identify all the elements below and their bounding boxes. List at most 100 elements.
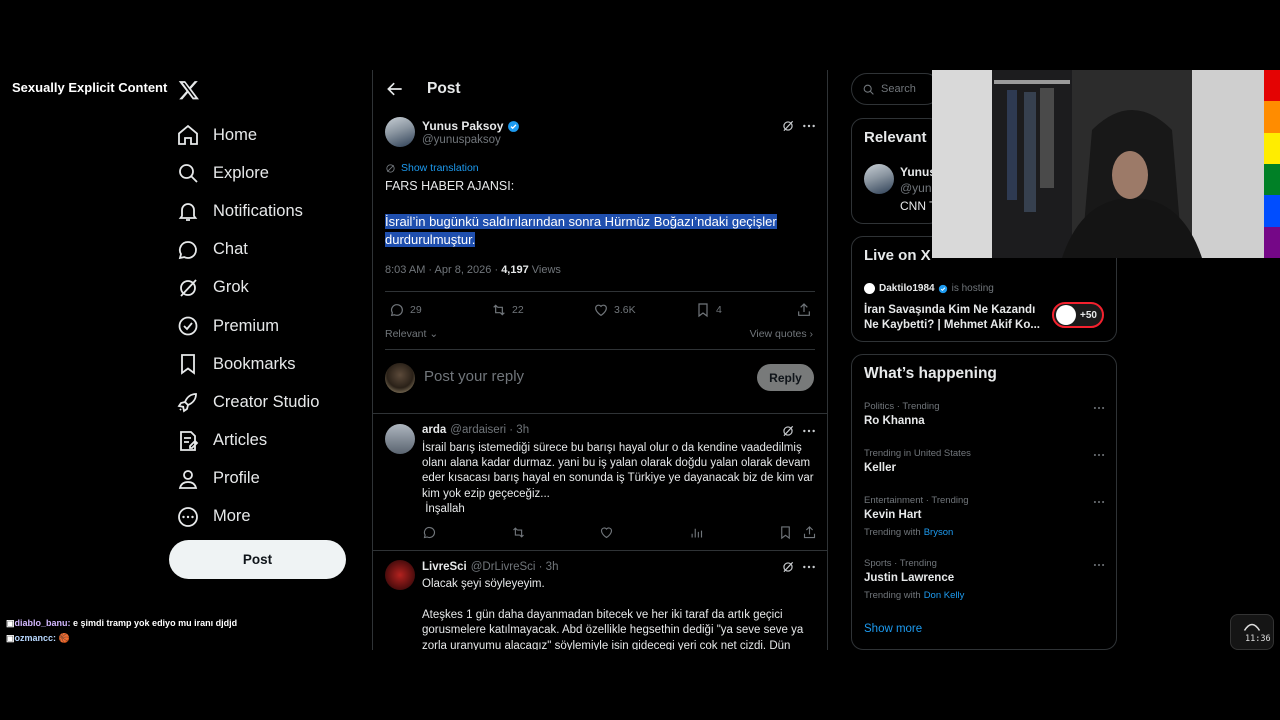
grok-icon[interactable]	[781, 560, 795, 574]
live-topic[interactable]: İran Savaşında Kim Ne Kazandı Ne Kaybett…	[864, 303, 1044, 333]
repost-action[interactable]: 22	[491, 302, 524, 318]
like-action[interactable]: 3.6K	[593, 302, 636, 318]
webcam-scene	[932, 70, 1264, 258]
nav-item-home[interactable]: Home	[176, 116, 366, 154]
verified-badge-icon	[938, 284, 947, 293]
comment-handle: @ardaiseri · 3h	[450, 424, 530, 436]
more-options-icon[interactable]	[1092, 558, 1106, 572]
page-title: Post	[427, 80, 461, 97]
nav-item-explore[interactable]: Explore	[176, 154, 366, 192]
reply-action[interactable]: 29	[389, 302, 422, 318]
share-icon	[798, 303, 810, 316]
trend-item[interactable]: Trending in United States Keller	[864, 448, 1108, 474]
nav-item-bookmarks[interactable]: Bookmarks	[176, 345, 366, 383]
nav-item-articles[interactable]: Articles	[176, 422, 366, 460]
more-circle-icon	[178, 507, 198, 527]
host-avatar	[864, 283, 875, 294]
nav-item-grok[interactable]: Grok	[176, 269, 366, 307]
bookmark-action[interactable]: 4	[695, 302, 722, 318]
post-detail-column: Post Yunus Paksoy @yunuspaksoy Show tran…	[372, 70, 828, 650]
clock-widget: 11:36	[1230, 614, 1274, 650]
nav-label: Grok	[213, 278, 249, 297]
avatar[interactable]	[385, 424, 415, 454]
view-quotes-link[interactable]: View quotes ›	[750, 328, 813, 340]
search-input[interactable]: Search	[851, 73, 941, 105]
more-options-icon[interactable]	[1092, 401, 1106, 415]
avatar[interactable]	[864, 164, 894, 194]
nav-label: Notifications	[213, 201, 303, 220]
chat-message: ▣diablo_banu: e şimdi tramp yok ediyo mu…	[6, 618, 238, 628]
bookmark-icon[interactable]	[778, 525, 793, 540]
trend-item[interactable]: Politics · Trending Ro Khanna	[864, 401, 1108, 427]
nav-item-profile[interactable]: Profile	[176, 460, 366, 498]
more-options-icon[interactable]	[801, 559, 817, 575]
comment-header: arda @ardaiseri · 3h	[422, 424, 529, 436]
reply-input[interactable]: Post your reply	[424, 368, 524, 385]
verified-badge-icon	[508, 120, 520, 132]
primary-nav: Home Explore Notifications Chat Grok Pre…	[176, 116, 366, 536]
nav-label: Articles	[213, 431, 268, 450]
grok-icon[interactable]	[781, 119, 795, 133]
comment-header: LivreSci @DrLivreSci · 3h	[422, 561, 558, 573]
avatar[interactable]	[385, 560, 415, 590]
heart-icon[interactable]	[599, 525, 614, 540]
share-action[interactable]	[796, 302, 817, 318]
translate-icon	[386, 163, 395, 173]
nav-label: Profile	[213, 469, 260, 488]
nav-item-creator-studio[interactable]: Creator Studio	[176, 383, 366, 421]
nav-item-notifications[interactable]: Notifications	[176, 192, 366, 230]
x-logo-icon[interactable]	[178, 79, 200, 101]
stream-chat: ▣diablo_banu: e şimdi tramp yok ediyo mu…	[6, 616, 237, 646]
show-translation-link[interactable]: Show translation	[385, 162, 479, 174]
share-icon[interactable]	[802, 525, 817, 540]
trend-item[interactable]: Entertainment · Trending Kevin Hart Tren…	[864, 495, 1108, 538]
sort-dropdown[interactable]: Relevant ⌄	[385, 328, 438, 340]
more-options-icon[interactable]	[1092, 495, 1106, 509]
comment-handle: @DrLivreSci · 3h	[470, 561, 559, 573]
post-header: Post	[373, 70, 827, 108]
repost-icon[interactable]	[511, 525, 526, 540]
chat-bubble-icon	[178, 240, 197, 259]
trend-item[interactable]: Sports · Trending Justin Lawrence Trendi…	[864, 558, 1108, 601]
whats-happening-card: What’s happening Politics · Trending Ro …	[851, 354, 1117, 650]
reply-button[interactable]: Reply	[757, 364, 814, 391]
post-button[interactable]: Post	[169, 540, 346, 579]
nav-label: More	[213, 507, 251, 526]
nav-item-chat[interactable]: Chat	[176, 231, 366, 269]
trend-related-link[interactable]: Don Kelly	[924, 590, 965, 601]
analytics-icon[interactable]	[689, 525, 704, 540]
nav-label: Premium	[213, 316, 280, 335]
grok-icon[interactable]	[781, 424, 795, 438]
search-icon	[863, 84, 874, 95]
trend-related-link[interactable]: Bryson	[924, 527, 954, 538]
clock-widget-icon	[1243, 623, 1261, 631]
divider	[385, 349, 815, 350]
live-listeners-pill[interactable]: +50	[1052, 302, 1104, 328]
search-icon	[179, 164, 198, 183]
avatar[interactable]	[385, 117, 415, 147]
heart-icon	[595, 304, 607, 317]
post-timestamp: 8:03 AM · Apr 8, 2026 · 4,197 Views	[385, 264, 561, 276]
more-options-icon[interactable]	[1092, 448, 1106, 462]
nav-item-premium[interactable]: Premium	[176, 307, 366, 345]
comment-author[interactable]: arda	[422, 424, 446, 436]
more-options-icon[interactable]	[801, 423, 817, 439]
reply-icon[interactable]	[422, 525, 437, 540]
card-title: Relevant	[864, 129, 927, 146]
article-icon	[180, 430, 199, 451]
more-options-icon[interactable]	[801, 118, 817, 134]
post-text: FARS HABER AJANSI:	[385, 179, 515, 193]
divider	[373, 550, 827, 551]
relevant-people-card: Relevant Yunus @yunu CNN T	[851, 118, 941, 224]
author-handle[interactable]: @yunuspaksoy	[422, 134, 501, 146]
comment-text: Olacak şeyi söyleyeyim. Ateşkes 1 gün da…	[422, 578, 804, 650]
rocket-icon	[177, 393, 197, 413]
nav-item-more[interactable]: More	[176, 498, 366, 536]
person-name[interactable]: Yunus	[900, 165, 936, 179]
author-name[interactable]: Yunus Paksoy	[422, 119, 520, 133]
comment-author[interactable]: LivreSci	[422, 561, 467, 573]
back-arrow-icon[interactable]	[385, 79, 405, 99]
repost-icon	[493, 304, 505, 316]
nav-label: Home	[213, 125, 258, 144]
show-more-link[interactable]: Show more	[864, 623, 922, 635]
